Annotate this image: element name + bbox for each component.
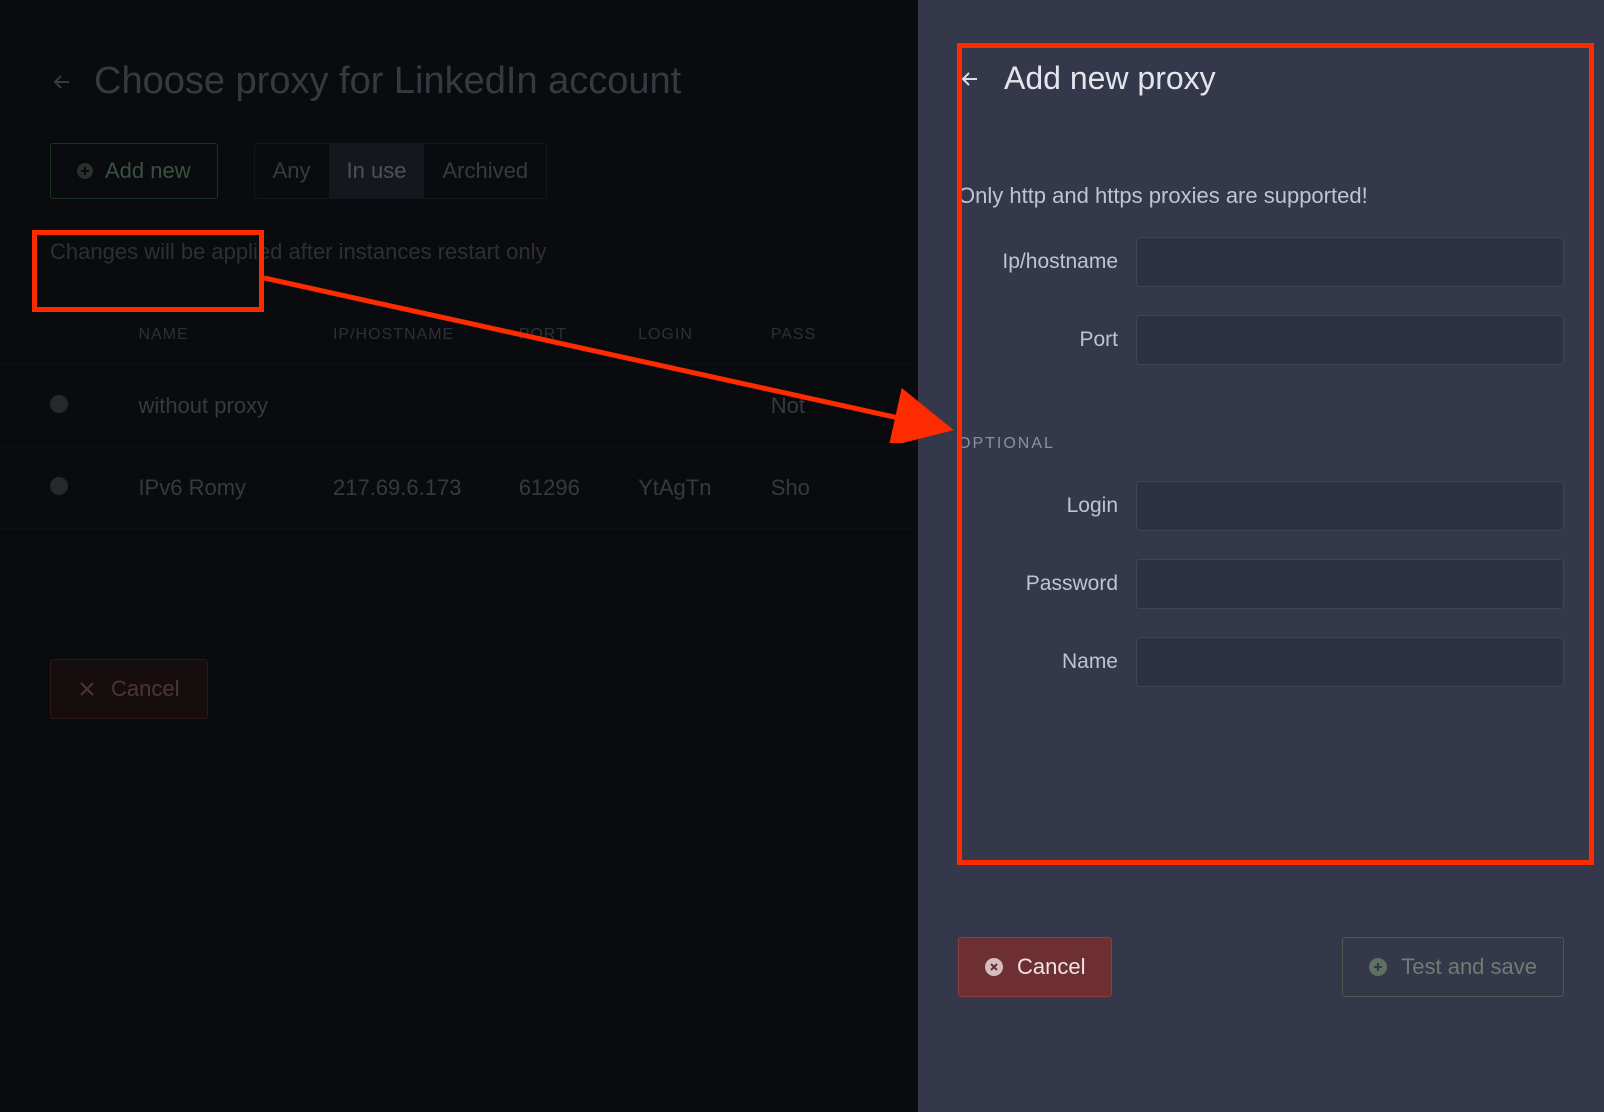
add-new-button[interactable]: Add new xyxy=(50,143,218,199)
table-row[interactable]: without proxy Not xyxy=(0,365,918,447)
cell-name: without proxy xyxy=(138,393,333,419)
side-cancel-button[interactable]: Cancel xyxy=(958,937,1112,997)
col-port: PORT xyxy=(519,326,638,344)
add-new-label: Add new xyxy=(105,158,191,184)
col-name: NAME xyxy=(138,326,333,344)
test-and-save-button[interactable]: Test and save xyxy=(1342,937,1564,997)
table-header: NAME IP/HOSTNAME PORT LOGIN PASS xyxy=(0,305,918,365)
radio-icon[interactable] xyxy=(50,395,68,413)
cell-pass: Sho xyxy=(771,475,868,501)
label-login: Login xyxy=(958,494,1118,518)
field-ip-row: Ip/hostname xyxy=(958,237,1564,287)
cell-pass: Not xyxy=(771,393,868,419)
label-name: Name xyxy=(958,650,1118,674)
login-input[interactable] xyxy=(1136,481,1564,531)
page-title: Choose proxy for LinkedIn account xyxy=(94,60,681,103)
proxy-chooser-panel: Choose proxy for LinkedIn account Add ne… xyxy=(0,0,918,1112)
restart-notice: Changes will be applied after instances … xyxy=(0,199,918,265)
main-cancel-button[interactable]: Cancel xyxy=(50,659,208,719)
filter-any[interactable]: Any xyxy=(255,144,329,198)
main-cancel-label: Cancel xyxy=(111,676,179,702)
optional-label: OPTIONAL xyxy=(958,435,1564,453)
side-title: Add new proxy xyxy=(1004,60,1216,97)
field-login-row: Login xyxy=(958,481,1564,531)
filter-in-use[interactable]: In use xyxy=(329,144,425,198)
cell-ip: 217.69.6.173 xyxy=(333,475,519,501)
side-buttons: Cancel Test and save xyxy=(958,937,1564,997)
col-pass: PASS xyxy=(771,326,868,344)
actions-row: Add new Any In use Archived xyxy=(0,143,918,199)
label-password: Password xyxy=(958,572,1118,596)
label-port: Port xyxy=(958,328,1118,352)
password-input[interactable] xyxy=(1136,559,1564,609)
table-row[interactable]: IPv6 Romy 217.69.6.173 61296 YtAgTn Sho xyxy=(0,447,918,529)
port-input[interactable] xyxy=(1136,315,1564,365)
proxy-hint: Only http and https proxies are supporte… xyxy=(958,183,1564,209)
add-proxy-panel: Add new proxy Only http and https proxie… xyxy=(918,0,1604,1112)
name-input[interactable] xyxy=(1136,637,1564,687)
proxy-table: NAME IP/HOSTNAME PORT LOGIN PASS without… xyxy=(0,305,918,529)
field-port-row: Port xyxy=(958,315,1564,365)
side-header: Add new proxy xyxy=(958,60,1564,97)
label-ip: Ip/hostname xyxy=(958,250,1118,274)
test-save-label: Test and save xyxy=(1401,954,1537,980)
add-new-wrap: Add new xyxy=(50,143,218,199)
radio-icon[interactable] xyxy=(50,477,68,495)
field-password-row: Password xyxy=(958,559,1564,609)
back-arrow-icon[interactable] xyxy=(50,70,74,94)
filter-segmented: Any In use Archived xyxy=(254,143,547,199)
main-header: Choose proxy for LinkedIn account xyxy=(0,0,918,143)
col-ip: IP/HOSTNAME xyxy=(333,326,519,344)
filter-archived[interactable]: Archived xyxy=(424,144,546,198)
cell-port: 61296 xyxy=(519,475,638,501)
field-name-row: Name xyxy=(958,637,1564,687)
cell-name: IPv6 Romy xyxy=(138,475,333,501)
side-cancel-label: Cancel xyxy=(1017,954,1085,980)
col-login: LOGIN xyxy=(638,326,771,344)
cell-login: YtAgTn xyxy=(638,475,771,501)
ip-input[interactable] xyxy=(1136,237,1564,287)
back-arrow-icon[interactable] xyxy=(958,67,982,91)
